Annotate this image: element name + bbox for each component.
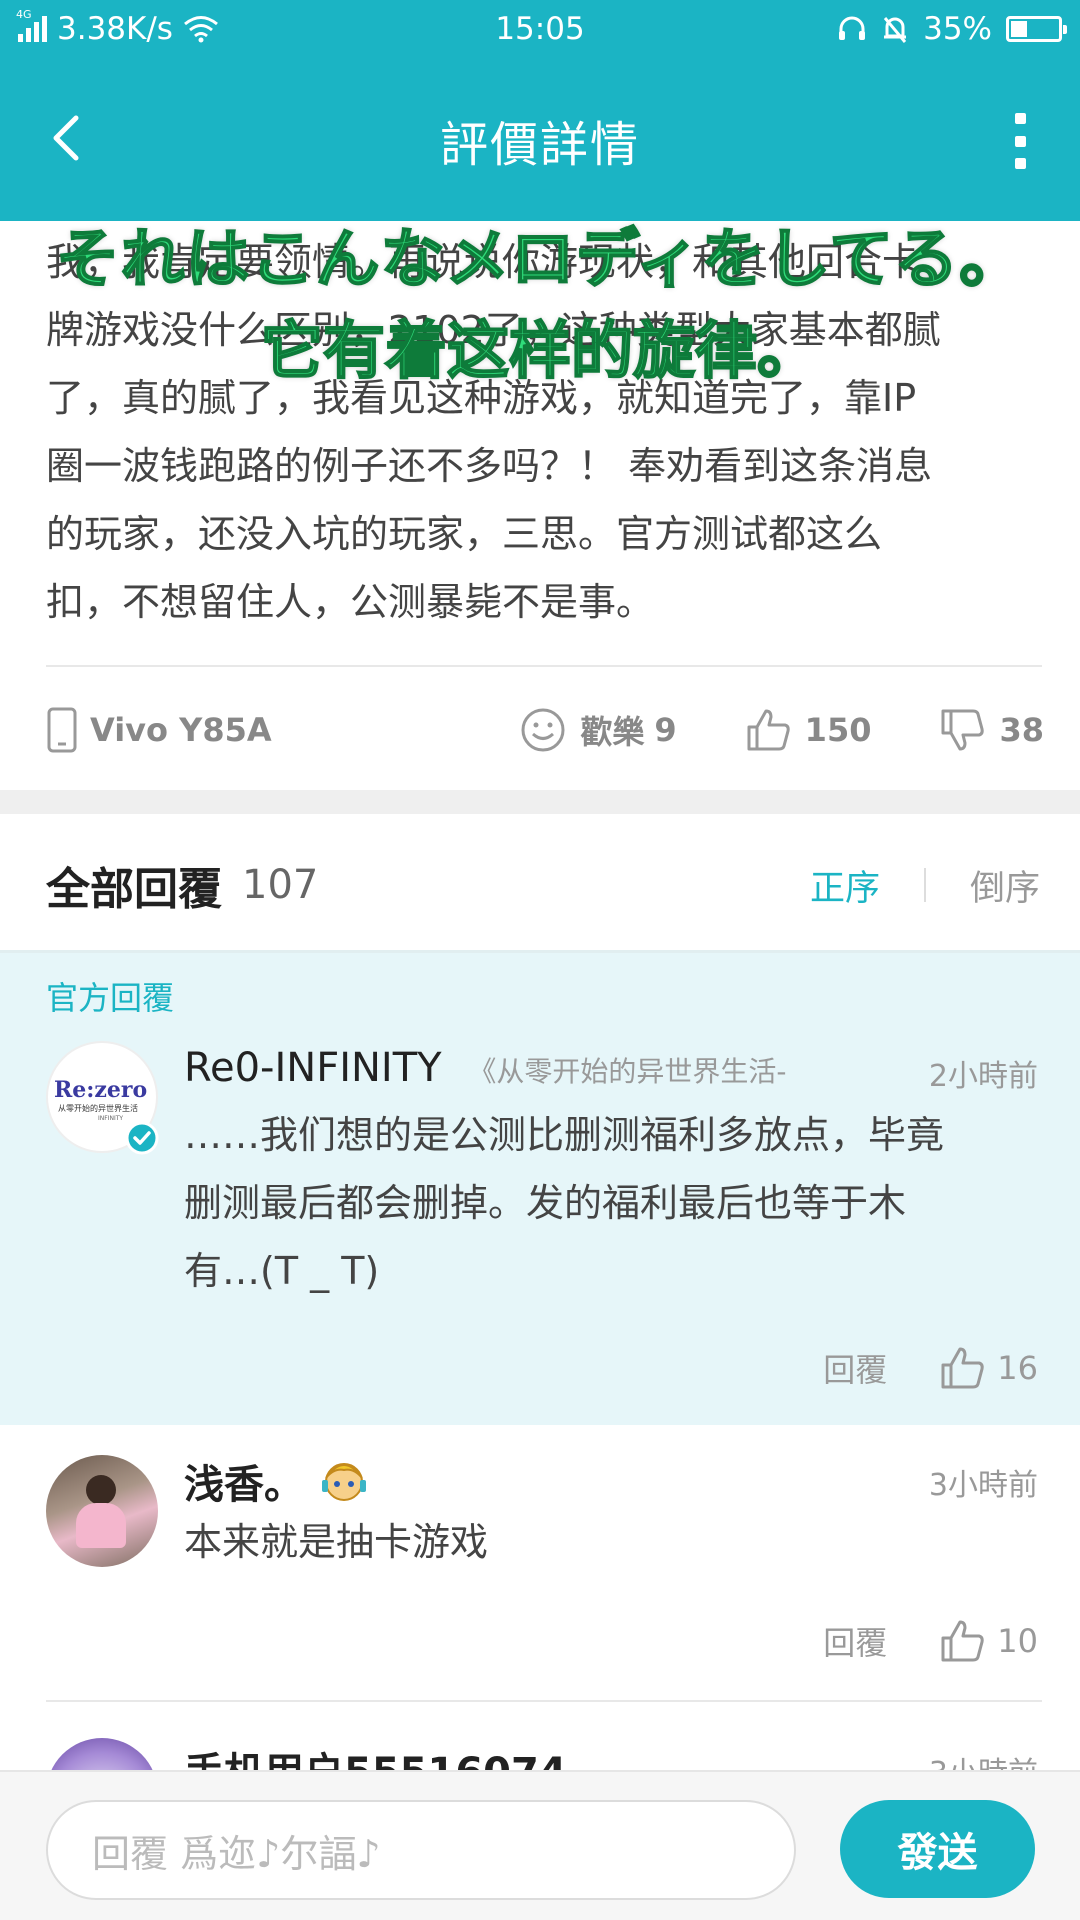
thumbs-up-icon xyxy=(747,709,790,751)
reply-actions: 回覆 10 xyxy=(823,1618,1038,1664)
section-separator xyxy=(0,790,1080,814)
phone-icon xyxy=(47,707,77,753)
verified-badge-icon xyxy=(125,1121,159,1155)
sort-desc-button[interactable]: 倒序 xyxy=(970,860,1040,911)
like-button[interactable]: 150 xyxy=(745,707,872,753)
reply-time: 3小時前 xyxy=(928,1468,1038,1503)
reply-line: 删测最后都会删掉。发的福利最后也等于木 xyxy=(184,1181,907,1225)
official-reply-label: 官方回覆 xyxy=(46,979,175,1017)
author-name: 浅香。 xyxy=(184,1462,304,1508)
thumbs-up-icon xyxy=(941,1347,984,1389)
send-button[interactable]: 發送 xyxy=(840,1800,1035,1898)
sort-divider xyxy=(923,868,926,902)
device-info: Vivo Y85A xyxy=(46,706,272,754)
reply-like-button[interactable]: 16 xyxy=(939,1345,1038,1391)
thumbs-up-icon xyxy=(941,1620,984,1662)
reply-like-count: 16 xyxy=(997,1349,1038,1387)
reply-like-count: 10 xyxy=(997,1622,1038,1660)
avatar-logo-subtext: 从零开始的异世界生活 xyxy=(58,1104,138,1113)
reply-body: 本来就是抽卡游戏 xyxy=(184,1520,489,1564)
review-line: 扣，不想留住人，公测暴毙不是事。 xyxy=(46,580,655,624)
author-name: Re0-INFINITY xyxy=(184,1045,442,1091)
smile-icon xyxy=(521,708,565,752)
reply-time: 2小時前 xyxy=(928,1059,1038,1094)
reply-button[interactable]: 回覆 xyxy=(823,1618,887,1664)
battery-percent: 35% xyxy=(923,11,992,47)
review-line: 圈一波钱跑路的例子还不多吗？！ 奉劝看到这条消息 xyxy=(46,444,933,488)
reply-button[interactable]: 回覆 xyxy=(823,1345,887,1391)
official-reply-author[interactable]: Re0-INFINITY 《从零开始的异世界生活- xyxy=(184,1045,786,1091)
avatar-logo-text: Re:zero xyxy=(54,1077,148,1103)
status-left: 4G 3.38K/s xyxy=(16,8,219,47)
thumbs-down-icon xyxy=(941,709,985,751)
signal-icon: 4G xyxy=(16,8,47,42)
review-meta: Vivo Y85A 歡樂 9 150 38 xyxy=(46,700,1044,760)
replies-count: 107 xyxy=(242,862,319,908)
reply-like-button[interactable]: 10 xyxy=(939,1618,1038,1664)
dislike-button[interactable]: 38 xyxy=(939,707,1044,753)
chevron-left-icon[interactable] xyxy=(40,108,100,168)
reply-author[interactable]: 浅香。 xyxy=(184,1452,368,1510)
divider xyxy=(46,1700,1042,1702)
replies-title: 全部回覆 xyxy=(46,864,222,915)
network-type: 4G xyxy=(16,8,32,21)
overlay-lyric-line-1: それはこんなメロディをしてる。 xyxy=(55,222,1025,298)
avatar[interactable] xyxy=(46,1455,158,1567)
overlay-lyric-line-2: 它有着这样的旋律。 xyxy=(260,313,820,388)
alarm-off-icon xyxy=(883,17,907,43)
official-reply-actions: 回覆 16 xyxy=(823,1345,1038,1391)
more-vertical-icon[interactable] xyxy=(1010,113,1030,169)
page-title: 評價詳情 xyxy=(439,116,640,173)
reaction-count: 9 xyxy=(654,711,677,749)
reaction-button[interactable]: 歡樂 9 xyxy=(520,707,677,753)
reaction-label: 歡樂 xyxy=(580,713,645,751)
avatar-logo-subtext-2: INFINITY xyxy=(98,1115,124,1122)
headset-icon xyxy=(839,16,866,40)
battery-icon xyxy=(1006,16,1067,42)
author-game: 《从零开始的异世界生活- xyxy=(468,1055,787,1088)
review-detail-screen: 4G 3.38K/s 15:05 35% 評價詳情 我，我肯定要领情。再说说你游… xyxy=(0,0,1080,1920)
like-count: 150 xyxy=(804,711,872,749)
dislike-count: 38 xyxy=(999,711,1044,749)
official-reply: 官方回覆 Re:zero 从零开始的异世界生活 INFINITY Re0-INF… xyxy=(0,950,1080,1425)
network-speed: 3.38K/s xyxy=(57,11,173,47)
reply-line: 有…(T _ T) xyxy=(184,1249,380,1293)
wifi-icon xyxy=(184,16,218,43)
divider xyxy=(46,665,1042,667)
app-bar: 評價詳情 xyxy=(0,58,1080,221)
battery-fill xyxy=(1011,21,1027,37)
sort-asc-button[interactable]: 正序 xyxy=(810,860,880,911)
status-right: 35% xyxy=(837,11,1067,47)
status-bar: 4G 3.38K/s 15:05 35% xyxy=(0,0,1080,58)
reply-input-bar: 回覆 爲迩♪尔諨♪ 發送 xyxy=(0,1770,1080,1920)
reply-line: ……我们想的是公测比删测福利多放点，毕竟 xyxy=(184,1113,945,1157)
device-name: Vivo Y85A xyxy=(90,711,272,749)
reply-input[interactable]: 回覆 爲迩♪尔諨♪ xyxy=(46,1800,796,1900)
emoji-avatar-icon xyxy=(322,1463,366,1501)
sort-toggle: 正序 倒序 xyxy=(810,860,1040,911)
review-stats: 歡樂 9 150 38 xyxy=(452,707,1044,753)
review-line: 的玩家，还没入坑的玩家，三思。官方测试都这么 xyxy=(46,512,883,556)
official-reply-body: ……我们想的是公测比删测福利多放点，毕竟 删测最后都会删掉。发的福利最后也等于木… xyxy=(184,1101,944,1305)
replies-header: 全部回覆 107 正序 倒序 xyxy=(46,845,1040,925)
